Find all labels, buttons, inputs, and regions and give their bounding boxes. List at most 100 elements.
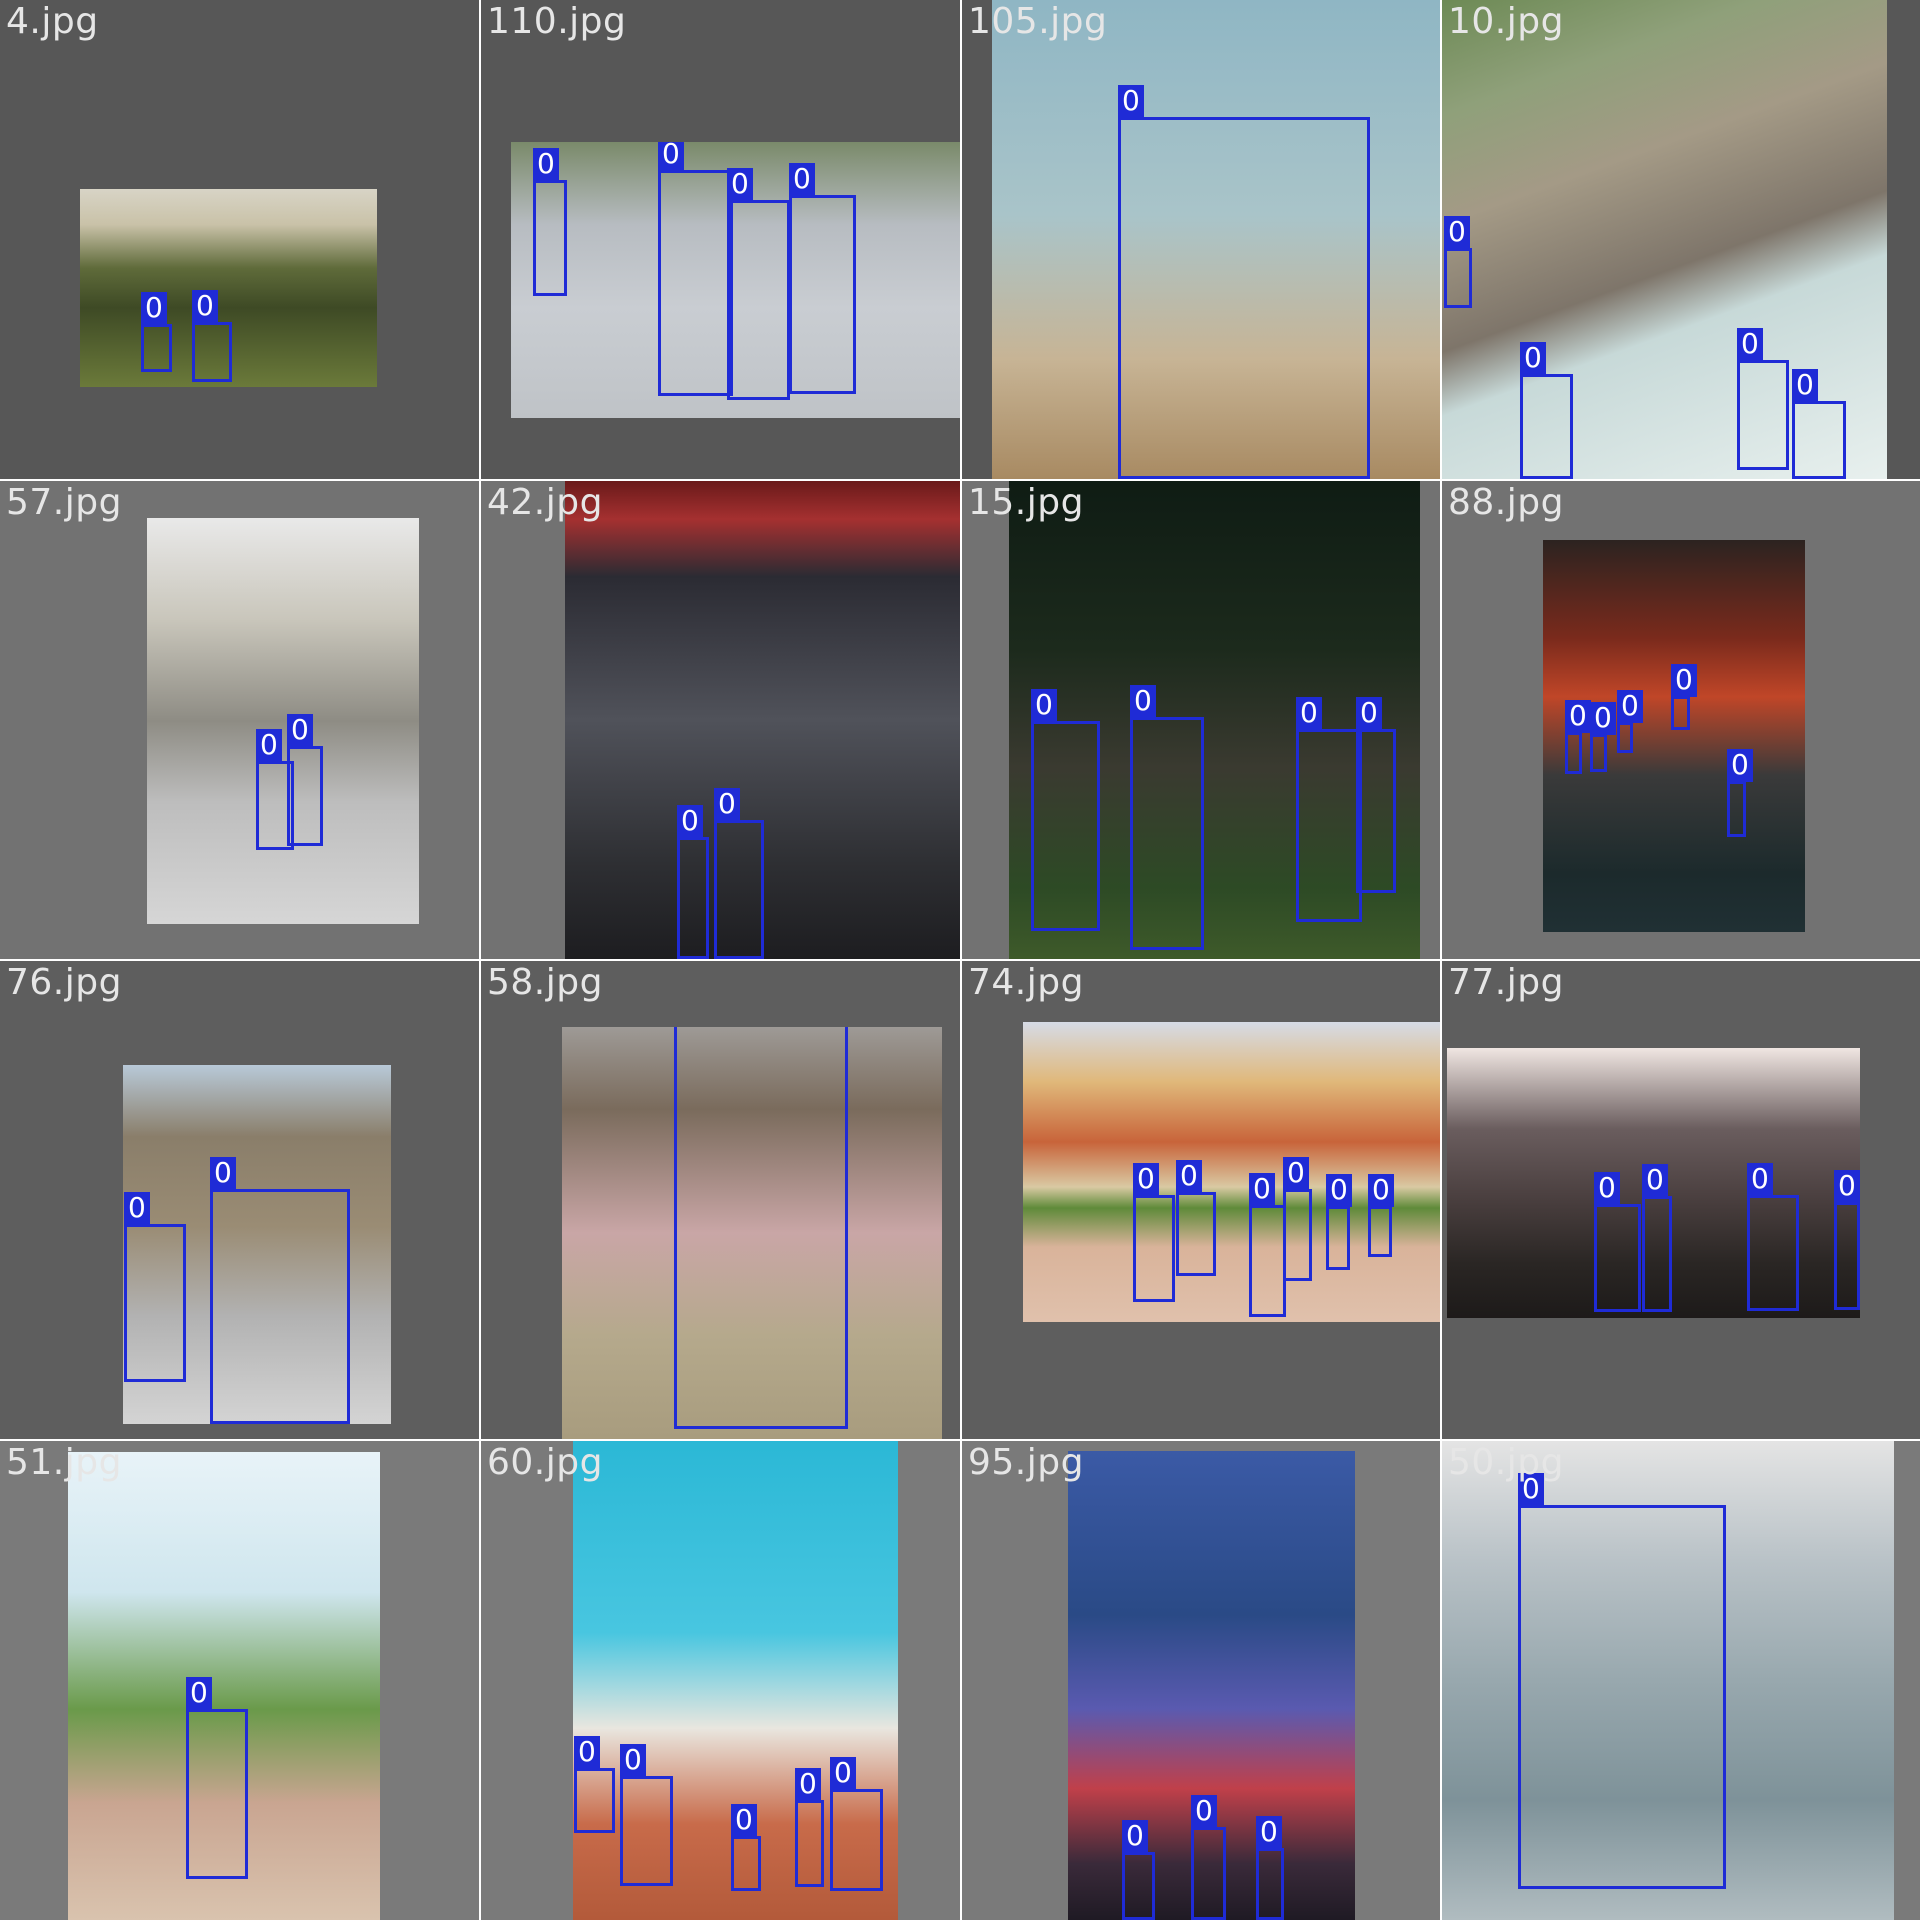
label-74-b: 0	[1176, 1160, 1202, 1193]
box-74-f: 0	[1368, 1174, 1394, 1257]
box-95-b: 0	[1191, 1795, 1226, 1920]
filename-95: 95.jpg	[968, 1442, 1084, 1483]
label-74-d: 0	[1283, 1157, 1309, 1190]
tile-10[interactable]: 0 0 0 0 10.jpg	[1442, 0, 1920, 479]
box-15-a: 0	[1031, 689, 1100, 931]
label-88-d: 0	[1671, 664, 1697, 697]
photo-110: 0 0 0 0	[511, 142, 960, 418]
box-60-c: 0	[731, 1804, 761, 1891]
filename-4: 4.jpg	[6, 1, 99, 42]
tile-77[interactable]: 0 0 0 0 77.jpg	[1442, 961, 1920, 1439]
label-10-a: 0	[1444, 216, 1470, 249]
label-15-d: 0	[1356, 697, 1382, 730]
label-95-b: 0	[1191, 1795, 1217, 1828]
box-95-c: 0	[1256, 1816, 1284, 1920]
label-110-b: 0	[658, 142, 684, 171]
tile-95[interactable]: 0 0 0 95.jpg	[962, 1441, 1440, 1920]
tile-4[interactable]: 0 0 4.jpg	[0, 0, 479, 479]
detection-mosaic: 0 0 4.jpg 0 0 0 0 110.jpg 0 105.jpg 0 0 …	[0, 0, 1920, 1920]
label-42-a: 0	[677, 805, 703, 838]
photo-50: 0	[1442, 1441, 1894, 1920]
tile-57[interactable]: 0 0 57.jpg	[0, 481, 479, 959]
tile-50[interactable]: 0 50.jpg	[1442, 1441, 1920, 1920]
label-77-a: 0	[1594, 1172, 1620, 1205]
label-74-f: 0	[1368, 1174, 1394, 1207]
box-77-d: 0	[1834, 1170, 1860, 1310]
box-15-c: 0	[1296, 697, 1362, 922]
label-105-a: 0	[1118, 85, 1144, 118]
filename-88: 88.jpg	[1448, 482, 1564, 523]
label-88-a: 0	[1565, 700, 1591, 733]
box-42-b: 0	[714, 788, 764, 959]
tile-110[interactable]: 0 0 0 0 110.jpg	[481, 0, 960, 479]
box-10-a: 0	[1444, 216, 1472, 308]
label-77-d: 0	[1834, 1170, 1860, 1203]
filename-58: 58.jpg	[487, 962, 603, 1003]
tile-60[interactable]: 0 0 0 0 0 60.jpg	[481, 1441, 960, 1920]
label-10-d: 0	[1792, 369, 1818, 402]
photo-105: 0	[992, 0, 1440, 479]
filename-110: 110.jpg	[487, 1, 627, 42]
label-60-e: 0	[830, 1757, 856, 1790]
box-77-b: 0	[1642, 1164, 1672, 1312]
box-4-b: 0	[192, 290, 232, 382]
box-10-d: 0	[1792, 369, 1846, 479]
box-60-b: 0	[620, 1744, 673, 1886]
box-77-a: 0	[1594, 1172, 1641, 1312]
label-77-c: 0	[1747, 1163, 1773, 1196]
photo-58: 0	[562, 1027, 942, 1439]
filename-105: 105.jpg	[968, 1, 1108, 42]
label-88-c: 0	[1617, 690, 1643, 723]
filename-60: 60.jpg	[487, 1442, 603, 1483]
filename-77: 77.jpg	[1448, 962, 1564, 1003]
box-88-c: 0	[1617, 690, 1643, 753]
label-74-a: 0	[1133, 1163, 1159, 1196]
label-88-e: 0	[1727, 749, 1753, 782]
box-88-a: 0	[1565, 700, 1591, 774]
tile-51[interactable]: 0 51.jpg	[0, 1441, 479, 1920]
box-76-a: 0	[124, 1192, 186, 1382]
photo-10: 0 0 0 0	[1442, 0, 1887, 479]
photo-51: 0	[68, 1452, 380, 1920]
photo-60: 0 0 0 0 0	[573, 1441, 898, 1920]
filename-51: 51.jpg	[6, 1442, 122, 1483]
box-77-c: 0	[1747, 1163, 1799, 1311]
label-60-d: 0	[795, 1768, 821, 1801]
label-4-a: 0	[141, 292, 167, 325]
filename-15: 15.jpg	[968, 482, 1084, 523]
box-88-d: 0	[1671, 664, 1697, 730]
label-10-c: 0	[1737, 328, 1763, 361]
photo-77: 0 0 0 0	[1447, 1048, 1860, 1318]
box-88-b: 0	[1590, 702, 1616, 772]
label-95-a: 0	[1122, 1820, 1148, 1853]
tile-76[interactable]: 0 0 76.jpg	[0, 961, 479, 1439]
label-76-b: 0	[210, 1157, 236, 1190]
label-76-a: 0	[124, 1192, 150, 1225]
photo-57: 0 0	[147, 518, 419, 924]
label-60-b: 0	[620, 1744, 646, 1777]
label-60-c: 0	[731, 1804, 757, 1837]
box-74-e: 0	[1326, 1174, 1352, 1270]
filename-76: 76.jpg	[6, 962, 122, 1003]
box-88-e: 0	[1727, 749, 1753, 837]
label-74-e: 0	[1326, 1174, 1352, 1207]
box-60-e: 0	[830, 1757, 883, 1891]
box-74-a: 0	[1133, 1163, 1175, 1302]
tile-105[interactable]: 0 105.jpg	[962, 0, 1440, 479]
box-95-a: 0	[1122, 1820, 1155, 1920]
box-15-d: 0	[1356, 697, 1396, 893]
photo-42: 0 0	[565, 481, 960, 959]
box-4-a: 0	[141, 292, 172, 372]
label-88-b: 0	[1590, 702, 1616, 735]
tile-15[interactable]: 0 0 0 0 15.jpg	[962, 481, 1440, 959]
tile-88[interactable]: 0 0 0 0 0 88.jpg	[1442, 481, 1920, 959]
tile-42[interactable]: 0 0 42.jpg	[481, 481, 960, 959]
label-4-b: 0	[192, 290, 218, 323]
label-57-b: 0	[287, 714, 313, 747]
tile-58[interactable]: 0 58.jpg	[481, 961, 960, 1439]
box-10-b: 0	[1520, 342, 1573, 479]
box-110-d: 0	[789, 163, 856, 394]
tile-74[interactable]: 0 0 0 0 0 0 74.jpg	[962, 961, 1440, 1439]
label-110-a: 0	[533, 148, 559, 181]
label-110-c: 0	[727, 168, 753, 201]
